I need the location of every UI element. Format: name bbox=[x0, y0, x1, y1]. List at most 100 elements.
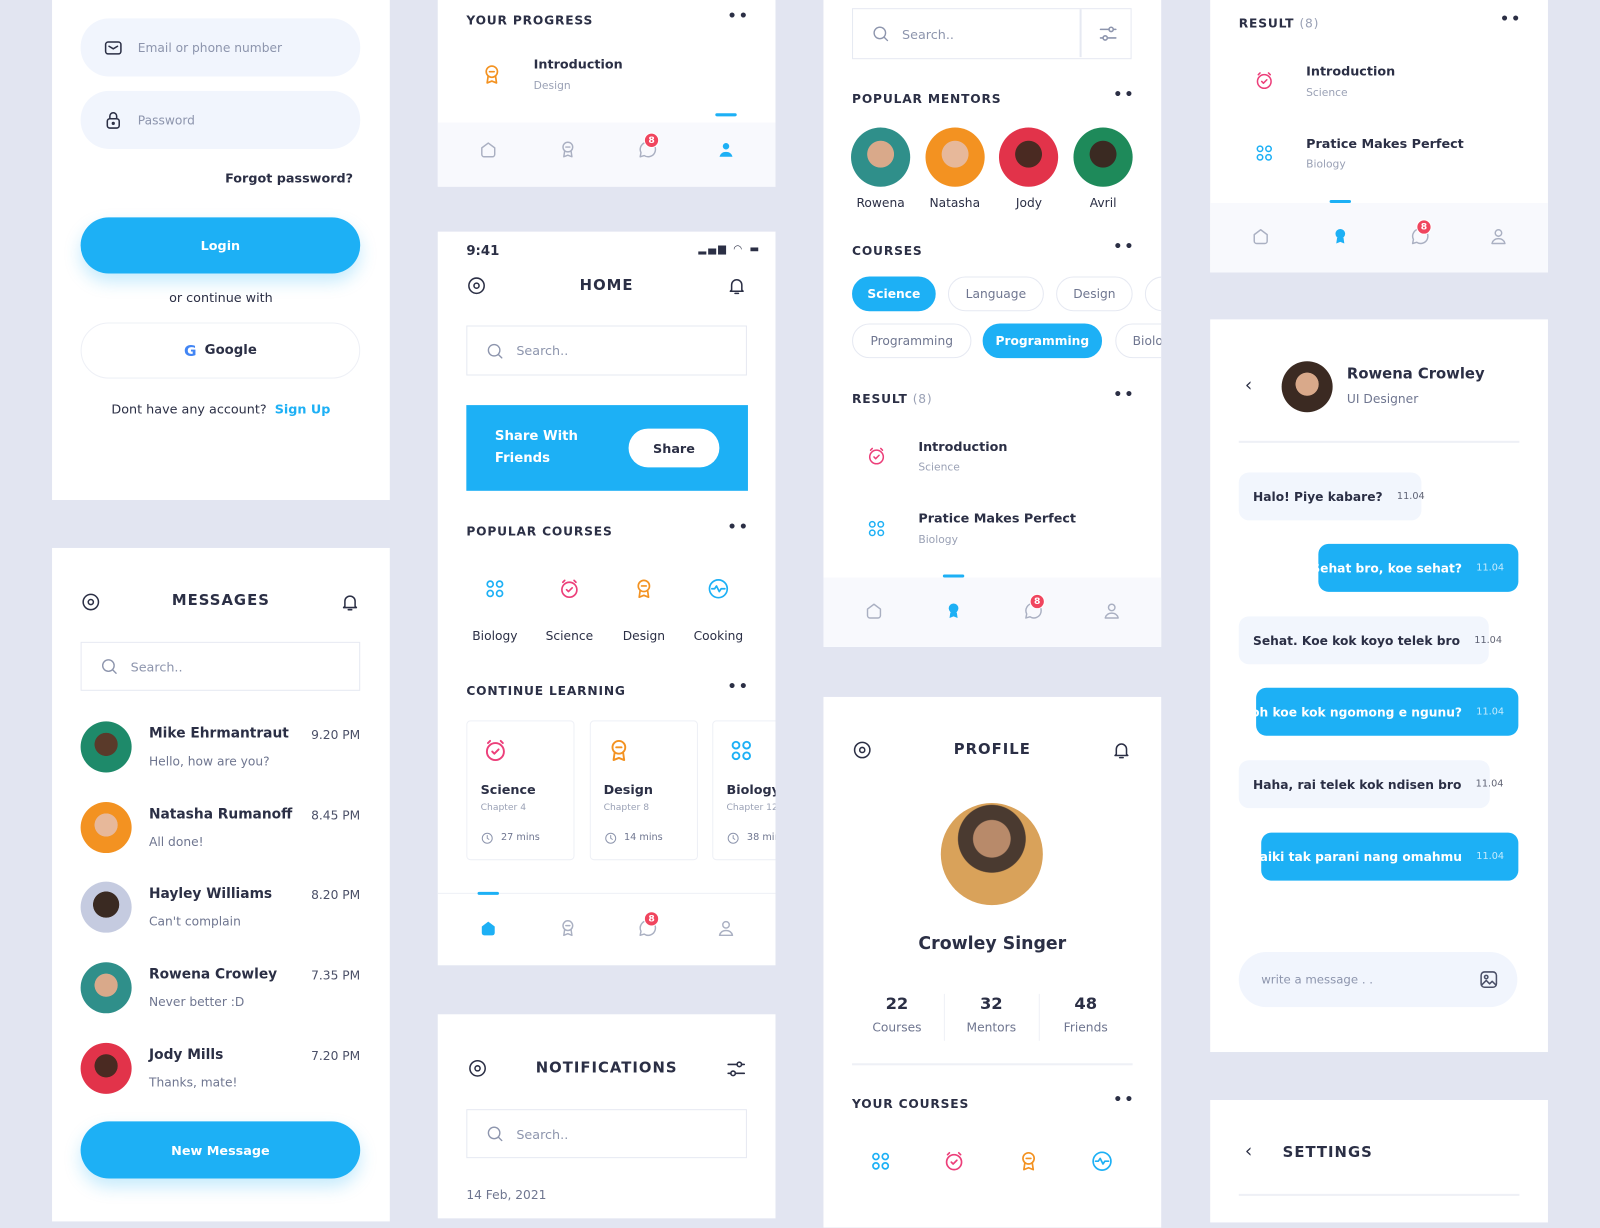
chat-bubble-incoming: Sehat. Koe kok koyo telek bro 11.04 bbox=[1238, 616, 1502, 665]
course-card[interactable]: Biology Chapter 12 38 mins bbox=[712, 720, 776, 861]
profile-panel: PROFILE Crowley Singer 22 Courses 32 Men… bbox=[823, 696, 1162, 1228]
chip-programming-active[interactable]: Programming bbox=[982, 323, 1103, 359]
search-icon bbox=[486, 341, 504, 359]
email-placeholder: Email or phone number bbox=[137, 40, 283, 55]
course-card[interactable]: Design Chapter 8 14 mins bbox=[589, 720, 698, 861]
science-course-icon[interactable] bbox=[943, 1150, 965, 1172]
item-title: Introduction bbox=[533, 56, 623, 72]
bubble-time: 11.04 bbox=[1476, 706, 1505, 718]
image-icon[interactable] bbox=[1479, 969, 1499, 989]
mentor-avatar bbox=[999, 127, 1059, 187]
mentor-name: Avril bbox=[1089, 195, 1117, 211]
nav-home-icon[interactable] bbox=[479, 918, 498, 937]
message-time: 7.35 PM bbox=[311, 968, 361, 983]
mail-icon bbox=[103, 37, 123, 57]
nav-profile-icon[interactable] bbox=[1102, 601, 1121, 620]
biology-course-icon[interactable] bbox=[869, 1150, 891, 1172]
chat-avatar bbox=[1281, 361, 1333, 413]
more-icon[interactable]: •• bbox=[728, 519, 750, 535]
google-button[interactable]: G Google bbox=[80, 322, 361, 379]
bubble-time: 11.04 bbox=[1396, 490, 1425, 503]
message-input[interactable]: write a message . . bbox=[1238, 952, 1518, 1008]
nav-profile-icon[interactable] bbox=[716, 140, 735, 159]
forgot-password-link[interactable]: Forgot password? bbox=[225, 170, 353, 185]
search-placeholder: Search.. bbox=[516, 342, 569, 359]
chip-language[interactable]: Language bbox=[947, 276, 1044, 312]
chat-name: Rowena Crowley bbox=[1346, 366, 1485, 383]
chip-biology[interactable]: Biolo bbox=[1115, 323, 1162, 359]
nav-home-icon[interactable] bbox=[479, 140, 498, 159]
apps-icon bbox=[866, 518, 886, 538]
messages-panel: MESSAGES Search.. Mike Ehrmantraut 9.20 … bbox=[52, 547, 390, 1222]
chat-bubble-outgoing: Saiki tak parani nang omahmu 11.04 bbox=[1251, 832, 1519, 881]
chip-partial[interactable] bbox=[1144, 276, 1162, 312]
page-title: SETTINGS bbox=[1282, 1144, 1373, 1162]
clock-icon bbox=[604, 832, 617, 845]
mentor-avatar bbox=[851, 127, 911, 187]
chip-programming[interactable]: Programming bbox=[852, 323, 972, 359]
result-title[interactable]: Introduction bbox=[1306, 63, 1395, 78]
more-icon[interactable]: •• bbox=[1113, 1092, 1135, 1108]
search-input[interactable]: Search.. bbox=[466, 325, 747, 376]
result-title[interactable]: Introduction bbox=[918, 439, 1007, 454]
clock-icon bbox=[481, 832, 494, 845]
bubble-time: 11.04 bbox=[1475, 778, 1504, 790]
nav-profile-icon[interactable] bbox=[1489, 227, 1508, 246]
bell-icon[interactable] bbox=[727, 276, 747, 296]
new-message-button[interactable]: New Message bbox=[80, 1121, 361, 1179]
bell-icon[interactable] bbox=[1111, 740, 1131, 760]
message-time: 8.20 PM bbox=[311, 888, 361, 903]
search-input[interactable]: Search.. bbox=[466, 1109, 747, 1159]
course-label: Cooking bbox=[693, 628, 744, 643]
result-title: RESULT bbox=[852, 391, 908, 407]
back-icon[interactable]: ‹ bbox=[1245, 1141, 1252, 1162]
login-button[interactable]: Login bbox=[80, 217, 361, 274]
signup-link[interactable]: Sign Up bbox=[275, 401, 331, 416]
cooking-course-icon[interactable] bbox=[1091, 1150, 1113, 1172]
search-input[interactable]: Search.. bbox=[852, 8, 1132, 60]
card-duration: 38 mins bbox=[746, 831, 776, 843]
chat-bubble-incoming: Haha, rai telek kok ndisen bro 11.04 bbox=[1238, 760, 1503, 809]
search-input[interactable]: Search.. bbox=[80, 641, 361, 691]
result-subtitle: Science bbox=[918, 461, 960, 474]
card-chapter: Chapter 4 bbox=[480, 803, 527, 814]
bell-icon[interactable] bbox=[340, 592, 360, 612]
password-field[interactable]: Password bbox=[80, 90, 361, 149]
nav-home-icon[interactable] bbox=[864, 601, 883, 620]
message-preview: All done! bbox=[148, 834, 204, 849]
nav-award-icon[interactable] bbox=[1331, 227, 1350, 246]
filter-icon[interactable] bbox=[726, 1058, 747, 1079]
result-title[interactable]: Pratice Makes Perfect bbox=[1306, 136, 1464, 151]
stat-value: 32 bbox=[979, 993, 1003, 1014]
nav-award-icon[interactable] bbox=[558, 140, 577, 159]
chip-science[interactable]: Science bbox=[852, 276, 936, 312]
email-field[interactable]: Email or phone number bbox=[80, 18, 361, 77]
bubble-text: Halo! Piye kabare? bbox=[1253, 489, 1383, 504]
course-card[interactable]: Science Chapter 4 27 mins bbox=[466, 720, 575, 861]
divider bbox=[943, 993, 945, 1041]
nav-award-icon[interactable] bbox=[944, 601, 963, 620]
back-icon[interactable]: ‹ bbox=[1245, 374, 1252, 395]
more-icon[interactable]: •• bbox=[1113, 239, 1135, 255]
stat-label: Friends bbox=[1063, 1020, 1108, 1035]
more-icon[interactable]: •• bbox=[1113, 387, 1135, 403]
nav-award-icon[interactable] bbox=[558, 918, 577, 937]
result-title[interactable]: Pratice Makes Perfect bbox=[918, 510, 1076, 525]
notification-badge: 8 bbox=[1416, 219, 1432, 235]
chip-design[interactable]: Design bbox=[1056, 276, 1133, 312]
design-course-icon[interactable] bbox=[1017, 1150, 1039, 1172]
more-icon[interactable]: •• bbox=[728, 679, 750, 695]
more-icon[interactable]: •• bbox=[1113, 87, 1135, 103]
bubble-text: Loh koe kok ngomong e ngunu? bbox=[1243, 704, 1463, 719]
more-icon[interactable]: •• bbox=[728, 8, 750, 24]
more-icon[interactable]: •• bbox=[1500, 11, 1522, 27]
settings-panel: ‹ SETTINGS bbox=[1210, 1099, 1548, 1223]
chat-role: UI Designer bbox=[1346, 391, 1419, 407]
share-button[interactable]: Share bbox=[628, 428, 720, 468]
nav-home-icon[interactable] bbox=[1251, 227, 1270, 246]
filter-icon[interactable] bbox=[1098, 23, 1118, 43]
nav-profile-icon[interactable] bbox=[716, 918, 735, 937]
profile-avatar bbox=[940, 803, 1043, 906]
search-icon bbox=[100, 657, 118, 675]
course-label: Biology bbox=[472, 628, 518, 643]
